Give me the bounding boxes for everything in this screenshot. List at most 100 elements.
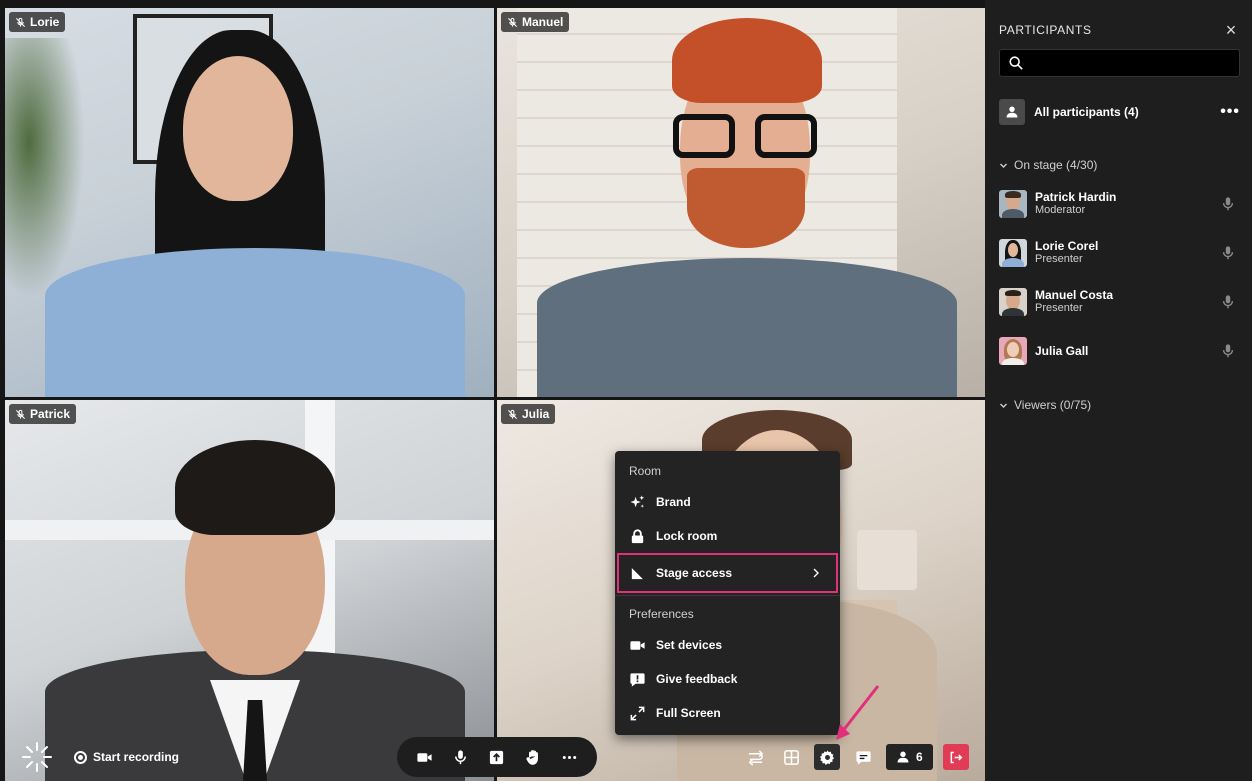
person-icon <box>897 751 909 763</box>
participant-row[interactable]: Manuel Costa Presenter <box>999 277 1240 326</box>
close-icon[interactable]: × <box>1222 20 1240 41</box>
menu-item-label: Stage access <box>656 566 733 580</box>
mic-muted-icon <box>507 17 518 27</box>
viewers-group-toggle[interactable]: Viewers (0/75) <box>999 391 1240 419</box>
name-tag: Manuel <box>501 12 570 32</box>
microphone-button[interactable] <box>452 748 470 766</box>
hand-icon <box>526 749 538 765</box>
participant-name: Patrick Hardin <box>1035 190 1117 204</box>
menu-divider <box>615 595 840 596</box>
chevron-right-icon <box>813 568 819 578</box>
menu-item-stage-access[interactable]: Stage access <box>617 553 838 593</box>
chevron-down-icon <box>1000 403 1007 408</box>
swap-icon <box>748 749 763 766</box>
participant-name: Julia <box>522 407 550 421</box>
sparkles-icon <box>630 494 645 508</box>
mic-muted-icon <box>507 409 518 419</box>
feedback-icon <box>630 672 645 687</box>
avatar <box>999 336 1027 365</box>
name-tag: Patrick <box>9 404 77 424</box>
share-screen-button[interactable] <box>488 748 506 766</box>
participant-row[interactable]: Patrick Hardin Moderator <box>999 179 1240 228</box>
menu-item-lock-room[interactable]: Lock room <box>615 519 840 553</box>
stage-icon <box>631 567 644 579</box>
mic-muted-icon <box>15 17 26 27</box>
participant-name: Manuel Costa <box>1035 288 1114 302</box>
more-options-icon[interactable]: ••• <box>1220 103 1240 121</box>
leave-room-button[interactable] <box>942 744 969 770</box>
menu-item-label: Set devices <box>656 638 723 652</box>
menu-item-label: Lock room <box>656 529 718 543</box>
menu-section-preferences: Preferences <box>629 607 694 621</box>
camera-button[interactable] <box>415 748 433 766</box>
viewers-label: Viewers (0/75) <box>1014 398 1092 412</box>
exit-icon <box>950 751 963 763</box>
on-stage-group-toggle[interactable]: On stage (4/30) <box>999 151 1240 179</box>
video-tile-lorie[interactable]: Lorie <box>5 8 494 397</box>
grid-layout-button[interactable] <box>778 744 804 770</box>
media-controls <box>397 737 597 777</box>
menu-item-set-devices[interactable]: Set devices <box>615 628 840 662</box>
menu-item-label: Give feedback <box>656 672 738 686</box>
panel-title: PARTICIPANTS <box>999 23 1092 37</box>
microphone-icon[interactable] <box>1220 294 1236 310</box>
participant-name: Patrick <box>30 407 71 421</box>
gear-icon <box>819 749 834 765</box>
more-options-button[interactable] <box>561 748 579 766</box>
participant-name: Lorie Corel <box>1035 239 1099 253</box>
participant-role: Presenter <box>1035 302 1083 314</box>
app-window: Lorie Manuel Patrick Julia Room Brand Lo… <box>0 0 1252 781</box>
switch-layout-button[interactable] <box>742 744 768 770</box>
start-recording-button[interactable]: Start recording <box>74 750 179 764</box>
search-input[interactable] <box>1032 56 1231 70</box>
menu-item-label: Brand <box>656 495 691 509</box>
participant-role: Moderator <box>1035 204 1086 216</box>
search-box <box>999 49 1240 77</box>
avatar <box>999 238 1027 267</box>
camera-icon <box>417 752 432 762</box>
fullscreen-icon <box>630 706 645 720</box>
menu-section-room: Room <box>629 464 662 478</box>
participants-count: 6 <box>916 750 923 764</box>
participant-video <box>497 8 985 397</box>
person-icon <box>999 99 1025 125</box>
chevron-down-icon <box>1000 163 1007 168</box>
participant-info: Manuel Costa Presenter <box>1035 288 1113 315</box>
participant-name: Manuel <box>522 15 564 29</box>
participant-info: Julia Gall <box>1035 344 1088 358</box>
participant-info: Lorie Corel Presenter <box>1035 239 1098 266</box>
start-recording-label: Start recording <box>93 750 180 764</box>
participant-row[interactable]: Lorie Corel Presenter <box>999 228 1240 277</box>
settings-button[interactable] <box>814 744 840 770</box>
microphone-icon[interactable] <box>1220 245 1236 261</box>
participant-info: Patrick Hardin Moderator <box>1035 190 1116 217</box>
menu-item-brand[interactable]: Brand <box>615 485 840 519</box>
lock-icon <box>631 528 644 543</box>
ellipsis-icon <box>562 755 577 759</box>
search-icon <box>1009 56 1023 70</box>
microphone-icon[interactable] <box>1220 343 1236 359</box>
participants-button[interactable]: 6 <box>886 744 933 770</box>
record-icon <box>74 750 87 764</box>
name-tag: Julia <box>501 404 556 424</box>
menu-item-give-feedback[interactable]: Give feedback <box>615 662 840 696</box>
video-tile-patrick[interactable]: Patrick <box>5 400 494 781</box>
grid-icon <box>783 749 799 765</box>
video-tile-manuel[interactable]: Manuel <box>497 8 985 397</box>
participant-row[interactable]: Julia Gall <box>999 326 1240 375</box>
right-toolbar: 6 <box>742 742 969 772</box>
chat-button[interactable] <box>850 744 876 770</box>
avatar <box>999 287 1027 316</box>
chat-icon <box>855 750 871 765</box>
mic-muted-icon <box>15 409 26 419</box>
participant-video <box>5 8 494 397</box>
menu-item-full-screen[interactable]: Full Screen <box>615 696 840 730</box>
participant-video <box>5 400 494 781</box>
all-participants-row[interactable]: All participants (4) ••• <box>999 83 1240 141</box>
on-stage-label: On stage (4/30) <box>1014 158 1098 172</box>
share-screen-icon <box>490 750 504 764</box>
bottom-left-controls: Start recording <box>20 740 179 774</box>
microphone-icon <box>455 749 467 764</box>
microphone-icon[interactable] <box>1220 196 1236 212</box>
raise-hand-button[interactable] <box>524 748 542 766</box>
